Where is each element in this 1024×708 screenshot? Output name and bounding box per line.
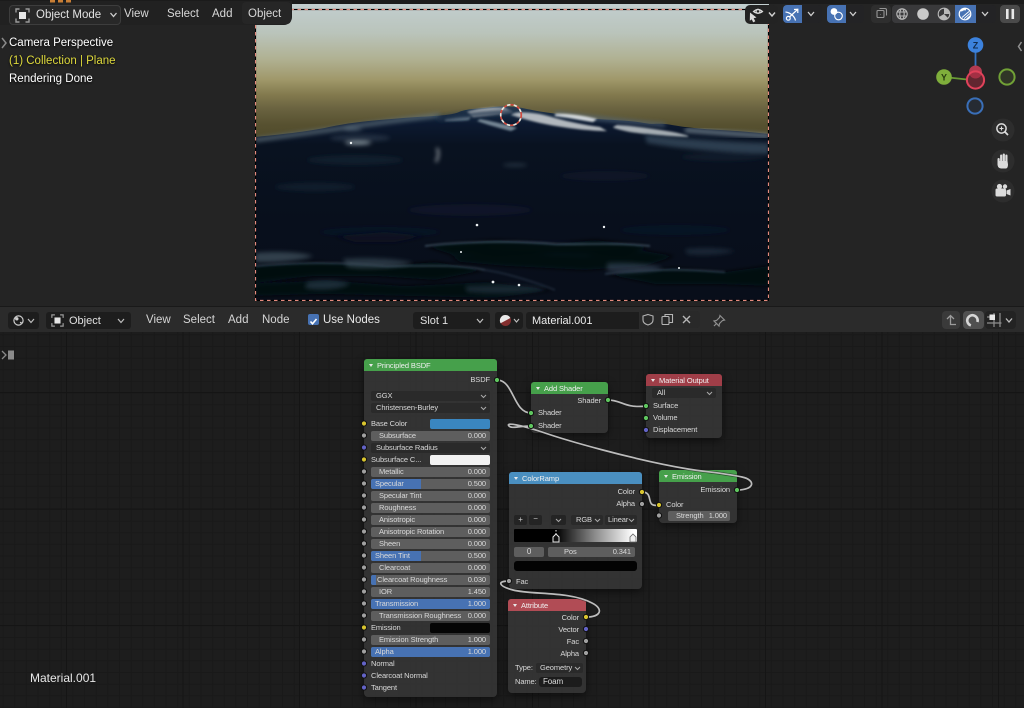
svg-text:Z: Z [973, 41, 979, 51]
svg-text:Y: Y [941, 73, 947, 83]
